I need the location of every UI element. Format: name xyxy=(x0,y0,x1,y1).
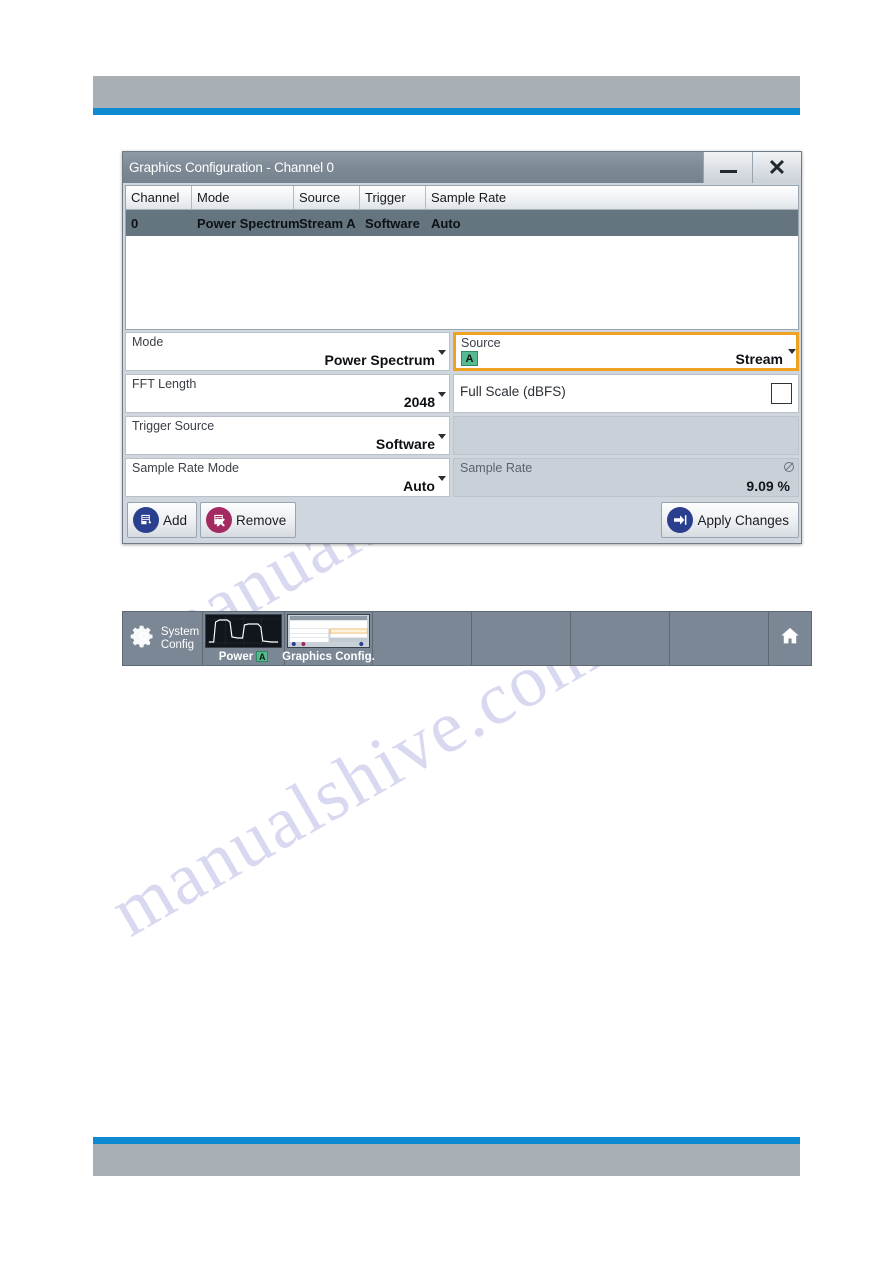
table-header-row: Channel Mode Source Trigger Sample Rate xyxy=(126,186,798,210)
fft-length-label: FFT Length xyxy=(132,377,197,391)
no-edit-icon xyxy=(784,462,794,472)
mode-value: Power Spectrum xyxy=(324,352,435,368)
taskbar-graphics-config-caption: Graphics Config. xyxy=(282,648,375,665)
chevron-down-icon[interactable] xyxy=(438,434,446,439)
minimize-icon xyxy=(719,170,737,173)
settings-column-left: Mode Power Spectrum FFT Length 2048 Trig… xyxy=(125,332,450,497)
taskbar: System Config Power A Graphics Config. xyxy=(122,611,812,666)
remove-document-icon xyxy=(206,507,233,533)
empty-panel xyxy=(453,416,799,455)
taskbar-system-config[interactable]: System Config xyxy=(123,612,203,665)
dialog-title: Graphics Configuration - Channel 0 xyxy=(129,160,334,175)
fft-length-dropdown[interactable]: FFT Length 2048 xyxy=(125,374,450,413)
sample-rate-mode-value: Auto xyxy=(403,478,435,494)
remove-button-label: Remove xyxy=(236,512,287,528)
source-value: Stream xyxy=(735,351,783,367)
graphics-config-thumbnail xyxy=(287,614,370,648)
sample-rate-mode-label: Sample Rate Mode xyxy=(132,461,240,475)
dialog-button-bar: Add Remove Apply Changes xyxy=(123,499,801,543)
home-icon xyxy=(779,625,801,652)
page-footer xyxy=(93,1137,800,1176)
chevron-down-icon[interactable] xyxy=(788,349,796,354)
chevron-down-icon[interactable] xyxy=(438,350,446,355)
sample-rate-mode-dropdown[interactable]: Sample Rate Mode Auto xyxy=(125,458,450,497)
power-spectrum-thumbnail xyxy=(205,614,282,648)
taskbar-empty-slot-3[interactable] xyxy=(571,612,670,665)
cell-trigger: Software xyxy=(365,215,420,231)
sample-rate-value: 9.09 % xyxy=(746,478,790,494)
dialog-titlebar[interactable]: Graphics Configuration - Channel 0 ✕ xyxy=(123,152,801,183)
column-header-sample-rate[interactable]: Sample Rate xyxy=(426,186,798,209)
chevron-down-icon[interactable] xyxy=(438,476,446,481)
watermark-line-2: manualshive.com xyxy=(97,606,615,953)
settings-form: Mode Power Spectrum FFT Length 2048 Trig… xyxy=(123,330,801,499)
trigger-source-label: Trigger Source xyxy=(132,419,215,433)
gear-icon xyxy=(130,623,157,655)
header-blue-rule xyxy=(93,108,800,115)
taskbar-empty-slot-1[interactable] xyxy=(373,612,472,665)
trigger-source-dropdown[interactable]: Trigger Source Software xyxy=(125,416,450,455)
mode-label: Mode xyxy=(132,335,164,349)
cell-sample-rate: Auto xyxy=(431,215,461,231)
taskbar-power-caption: Power A xyxy=(205,648,282,665)
sample-rate-label: Sample Rate xyxy=(460,461,533,475)
apply-changes-label: Apply Changes xyxy=(697,512,789,528)
stream-a-badge: A xyxy=(461,351,478,366)
full-scale-label: Full Scale (dBFS) xyxy=(460,384,566,399)
close-icon: ✕ xyxy=(767,154,787,180)
close-button[interactable]: ✕ xyxy=(752,152,801,183)
column-header-trigger[interactable]: Trigger xyxy=(360,186,426,209)
header-gray-band xyxy=(93,76,800,108)
system-config-line1: System xyxy=(160,625,200,638)
settings-column-right: Source A Stream Full Scale (dBFS) Sample… xyxy=(453,332,799,497)
taskbar-item-power[interactable]: Power A xyxy=(203,612,285,665)
system-config-line2: Config xyxy=(160,638,195,651)
trigger-source-value: Software xyxy=(375,436,435,452)
sample-rate-readonly-field: Sample Rate 9.09 % xyxy=(453,458,799,497)
taskbar-item-graphics-config[interactable]: Graphics Config. xyxy=(282,612,375,665)
add-button[interactable]: Add xyxy=(127,502,198,538)
source-dropdown[interactable]: Source A Stream xyxy=(453,332,799,371)
taskbar-home-button[interactable] xyxy=(769,612,811,665)
source-label: Source xyxy=(461,336,501,350)
add-document-icon xyxy=(133,507,159,533)
cell-channel: 0 xyxy=(131,215,139,231)
chevron-down-icon[interactable] xyxy=(438,392,446,397)
minimize-button[interactable] xyxy=(703,152,752,183)
apply-changes-button[interactable]: Apply Changes xyxy=(661,502,799,538)
add-button-label: Add xyxy=(163,512,188,528)
column-header-source[interactable]: Source xyxy=(294,186,360,209)
mode-dropdown[interactable]: Mode Power Spectrum xyxy=(125,332,450,371)
page-header xyxy=(93,76,800,115)
table-row[interactable]: 0 Power Spectrum Stream A Software Auto xyxy=(126,210,798,236)
arrow-right-icon xyxy=(667,507,694,533)
cell-source: Stream A xyxy=(299,215,356,231)
full-scale-field[interactable]: Full Scale (dBFS) xyxy=(453,374,799,413)
cell-mode: Power Spectrum xyxy=(197,215,300,231)
footer-blue-rule xyxy=(93,1137,800,1144)
taskbar-graphics-config-label: Graphics Config. xyxy=(282,650,375,663)
taskbar-power-label: Power xyxy=(218,650,254,663)
taskbar-empty-slot-4[interactable] xyxy=(670,612,769,665)
remove-button[interactable]: Remove xyxy=(200,502,297,538)
table-empty-area[interactable] xyxy=(126,236,798,329)
graphics-configuration-dialog: Graphics Configuration - Channel 0 ✕ Cha… xyxy=(122,151,802,544)
footer-gray-band xyxy=(93,1144,800,1176)
column-header-channel[interactable]: Channel xyxy=(126,186,192,209)
column-header-mode[interactable]: Mode xyxy=(192,186,294,209)
stream-a-badge: A xyxy=(256,651,269,662)
taskbar-empty-slot-2[interactable] xyxy=(472,612,571,665)
system-config-label: System Config xyxy=(161,626,199,652)
full-scale-checkbox[interactable] xyxy=(771,383,792,404)
channel-table[interactable]: Channel Mode Source Trigger Sample Rate … xyxy=(125,185,799,330)
fft-length-value: 2048 xyxy=(403,394,435,410)
